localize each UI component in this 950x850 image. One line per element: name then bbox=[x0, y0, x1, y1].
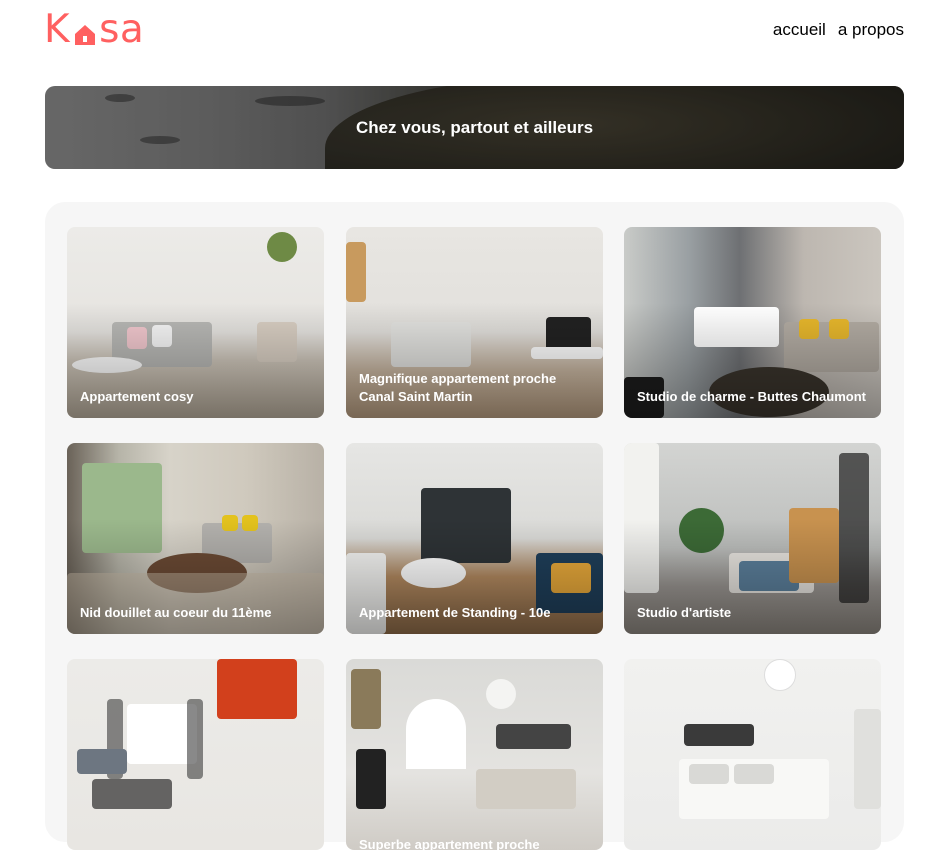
listing-title: Appartement de Standing - 10e bbox=[359, 605, 551, 620]
listing-card[interactable]: Appartement de Standing - 10e bbox=[346, 443, 603, 634]
listing-title: Appartement cosy bbox=[80, 389, 194, 404]
listing-card[interactable]: Nid douillet au coeur du 11ème bbox=[67, 443, 324, 634]
listing-photo bbox=[346, 659, 603, 850]
house-icon bbox=[75, 25, 96, 45]
site-header: K sa accueil a propos bbox=[0, 0, 950, 70]
nav-link-a-propos[interactable]: a propos bbox=[838, 20, 904, 40]
listings-gallery: Appartement cosy Magnifique appartement … bbox=[45, 202, 904, 850]
main-nav: accueil a propos bbox=[773, 20, 904, 40]
banner-title: Chez vous, partout et ailleurs bbox=[355, 117, 594, 137]
listing-title: Magnifique appartement proche Canal Sain… bbox=[359, 371, 557, 404]
listing-card[interactable] bbox=[67, 659, 324, 850]
nav-link-accueil[interactable]: accueil bbox=[773, 20, 826, 40]
listing-card[interactable]: Superbe appartement proche bbox=[346, 659, 603, 850]
logo-letter-k: K bbox=[44, 7, 71, 52]
listing-card[interactable]: Studio d'artiste bbox=[624, 443, 881, 634]
listing-title: Studio d'artiste bbox=[637, 605, 732, 620]
logo-letters-sa: sa bbox=[99, 7, 145, 52]
listing-photo bbox=[624, 659, 881, 850]
listing-card[interactable]: Studio de charme - Buttes Chaumont bbox=[624, 227, 881, 418]
listing-card[interactable] bbox=[624, 659, 881, 850]
listing-title: Superbe appartement proche bbox=[359, 837, 540, 850]
listing-photo bbox=[67, 659, 324, 850]
listing-card[interactable]: Magnifique appartement proche Canal Sain… bbox=[346, 227, 603, 418]
kasa-logo[interactable]: K sa bbox=[44, 10, 144, 50]
hero-banner: Chez vous, partout et ailleurs bbox=[45, 86, 904, 169]
listing-card[interactable]: Appartement cosy bbox=[67, 227, 324, 418]
listing-title: Nid douillet au coeur du 11ème bbox=[80, 605, 272, 620]
listing-title: Studio de charme - Buttes Chaumont bbox=[637, 389, 866, 404]
